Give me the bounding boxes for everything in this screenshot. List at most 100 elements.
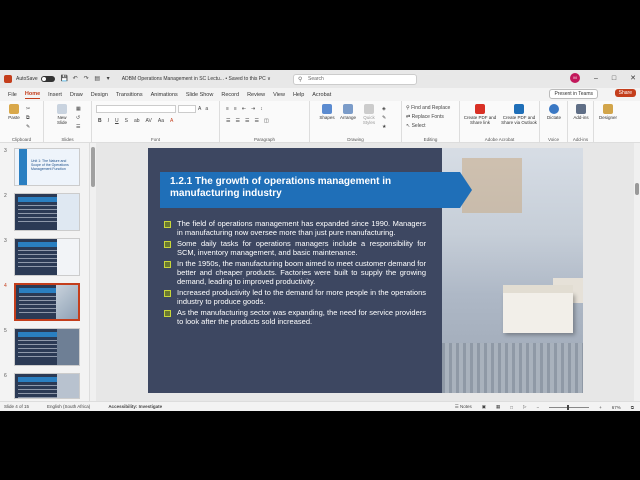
tab-animations[interactable]: Animations — [151, 92, 178, 98]
new-slide-button[interactable]: New Slide — [52, 104, 72, 125]
align-left-icon[interactable]: ☰ — [226, 118, 230, 124]
autosave-toggle[interactable] — [40, 76, 55, 82]
italic-icon[interactable]: I — [108, 118, 109, 124]
tab-transitions[interactable]: Transitions — [116, 92, 143, 98]
slideshow-icon[interactable]: ▷ — [523, 404, 526, 410]
bullets-icon[interactable]: ≡ — [226, 106, 229, 112]
select-button[interactable]: ↖ Select — [406, 123, 450, 129]
bullet-list[interactable]: The field of operations management has e… — [164, 219, 426, 330]
layout-icon[interactable]: ▦ — [76, 106, 81, 112]
avatar[interactable]: M — [569, 73, 580, 83]
adobe-acrobat-group: Create PDF and Share link Create PDF and… — [460, 101, 540, 143]
search-box[interactable]: ⚲ Search — [293, 74, 417, 85]
present-in-teams-button[interactable]: Present in Teams — [549, 89, 598, 99]
minimize-icon[interactable]: – — [594, 75, 598, 82]
bold-icon[interactable]: B — [98, 118, 102, 124]
shape-fill-icon[interactable]: ◈ — [382, 106, 386, 112]
redo-icon[interactable]: ↷ — [83, 76, 90, 83]
zoom-level[interactable]: 67% — [612, 405, 621, 410]
copy-icon[interactable]: ⧉ — [26, 115, 30, 121]
zoom-slider-knob[interactable] — [567, 404, 570, 410]
increase-font-icon[interactable]: A — [198, 106, 201, 112]
font-size-select[interactable] — [178, 105, 196, 113]
square-bullet-icon — [164, 241, 171, 249]
notes-button[interactable]: ☰ Notes — [455, 404, 472, 410]
slide-title[interactable]: 1.2.1 The growth of operations managemen… — [170, 176, 440, 200]
slide-scrollbar[interactable] — [634, 143, 640, 401]
normal-view-icon[interactable]: ▣ — [482, 404, 486, 410]
customize-toolbar-icon[interactable]: ▾ — [105, 76, 112, 83]
section-icon[interactable]: ☰ — [76, 124, 81, 130]
font-color-icon[interactable]: A — [170, 118, 173, 124]
share-button[interactable]: Share — [614, 89, 636, 97]
tab-design[interactable]: Design — [91, 92, 108, 98]
zoom-out-icon[interactable]: − — [536, 405, 539, 410]
designer-button[interactable]: Designer — [597, 104, 619, 120]
language-indicator[interactable]: English (South Africa) — [47, 404, 90, 409]
close-icon[interactable]: ✕ — [630, 74, 636, 82]
columns-icon[interactable]: ◫ — [264, 118, 269, 124]
start-from-beginning-icon[interactable]: ▤ — [94, 76, 101, 83]
tab-help[interactable]: Help — [293, 92, 304, 98]
underline-icon[interactable]: U — [115, 118, 119, 124]
thumbnail-scrollbar-thumb[interactable] — [91, 147, 95, 187]
change-case-icon[interactable]: Aa — [158, 118, 164, 124]
justify-icon[interactable]: ☰ — [254, 118, 258, 124]
align-right-icon[interactable]: ☰ — [245, 118, 249, 124]
tab-insert[interactable]: Insert — [48, 92, 62, 98]
find-replace-button[interactable]: ⚲ Find and Replace — [406, 105, 450, 111]
spacing-icon[interactable]: AV — [146, 118, 152, 124]
reset-icon[interactable]: ↺ — [76, 115, 81, 121]
shape-effects-icon[interactable]: ★ — [382, 124, 386, 130]
maximize-icon[interactable]: □ — [612, 75, 616, 82]
line-spacing-icon[interactable]: ↕ — [260, 106, 263, 112]
decrease-font-icon[interactable]: a — [205, 106, 208, 112]
zoom-in-icon[interactable]: + — [599, 405, 602, 410]
thumbnail-image[interactable] — [14, 328, 80, 366]
thumbnail-image[interactable] — [14, 238, 80, 276]
zoom-slider[interactable] — [549, 404, 590, 410]
thumbnail-image[interactable]: Unit 1: The Nature and Scope of the Oper… — [14, 148, 80, 186]
tab-home[interactable]: Home — [24, 91, 41, 99]
decrease-indent-icon[interactable]: ⇤ — [242, 106, 246, 112]
font-name-select[interactable] — [96, 105, 176, 113]
fit-slide-icon[interactable]: ⧉ — [631, 405, 634, 410]
tab-draw[interactable]: Draw — [70, 92, 83, 98]
dictate-button[interactable]: Dictate — [543, 104, 565, 120]
slide-scrollbar-thumb[interactable] — [635, 183, 639, 195]
tab-file[interactable]: File — [8, 92, 17, 98]
addins-button[interactable]: Add-ins — [570, 104, 592, 120]
arrange-button[interactable]: Arrange — [338, 104, 358, 120]
thumbnail-image[interactable] — [14, 373, 80, 399]
replace-fonts-button[interactable]: ⇄ Replace Fonts — [406, 114, 450, 120]
shadow-icon[interactable]: S — [125, 118, 128, 124]
tab-review[interactable]: Review — [247, 92, 265, 98]
undo-icon[interactable]: ↶ — [72, 76, 79, 83]
shapes-button[interactable]: Shapes — [318, 104, 336, 120]
tab-acrobat[interactable]: Acrobat — [312, 92, 331, 98]
tab-record[interactable]: Record — [221, 92, 239, 98]
thumbnail-image-selected[interactable] — [14, 283, 80, 321]
quick-styles-button[interactable]: Quick Styles — [360, 104, 378, 125]
tab-slide-show[interactable]: Slide Show — [186, 92, 214, 98]
cut-icon[interactable]: ✂ — [26, 106, 30, 112]
accessibility-status[interactable]: Accessibility: Investigate — [108, 404, 162, 409]
strikethrough-icon[interactable]: ab — [134, 118, 140, 124]
slide-canvas[interactable]: 1.2.1 The growth of operations managemen… — [148, 148, 583, 393]
reading-view-icon[interactable]: □ — [510, 405, 513, 410]
create-pdf-share-link-button[interactable]: Create PDF and Share link — [462, 104, 498, 125]
slide-sorter-icon[interactable]: ▦ — [496, 404, 500, 410]
align-center-icon[interactable]: ☰ — [235, 118, 239, 124]
thumbnail-image[interactable] — [14, 193, 80, 231]
save-icon[interactable]: 💾 — [61, 76, 68, 83]
paste-button[interactable]: Paste — [6, 104, 22, 120]
format-painter-icon[interactable]: ✎ — [26, 124, 30, 130]
thumbnail-scrollbar[interactable] — [90, 143, 96, 401]
addins-label: Add-ins — [573, 115, 589, 120]
shape-outline-icon[interactable]: ✎ — [382, 115, 386, 121]
tab-view[interactable]: View — [273, 92, 285, 98]
increase-indent-icon[interactable]: ⇥ — [251, 106, 255, 112]
document-title[interactable]: ADBM Operations Management in SC Lectu..… — [122, 76, 271, 82]
numbering-icon[interactable]: ≡ — [234, 106, 237, 112]
create-pdf-outlook-button[interactable]: Create PDF and Share via Outlook — [500, 104, 538, 125]
